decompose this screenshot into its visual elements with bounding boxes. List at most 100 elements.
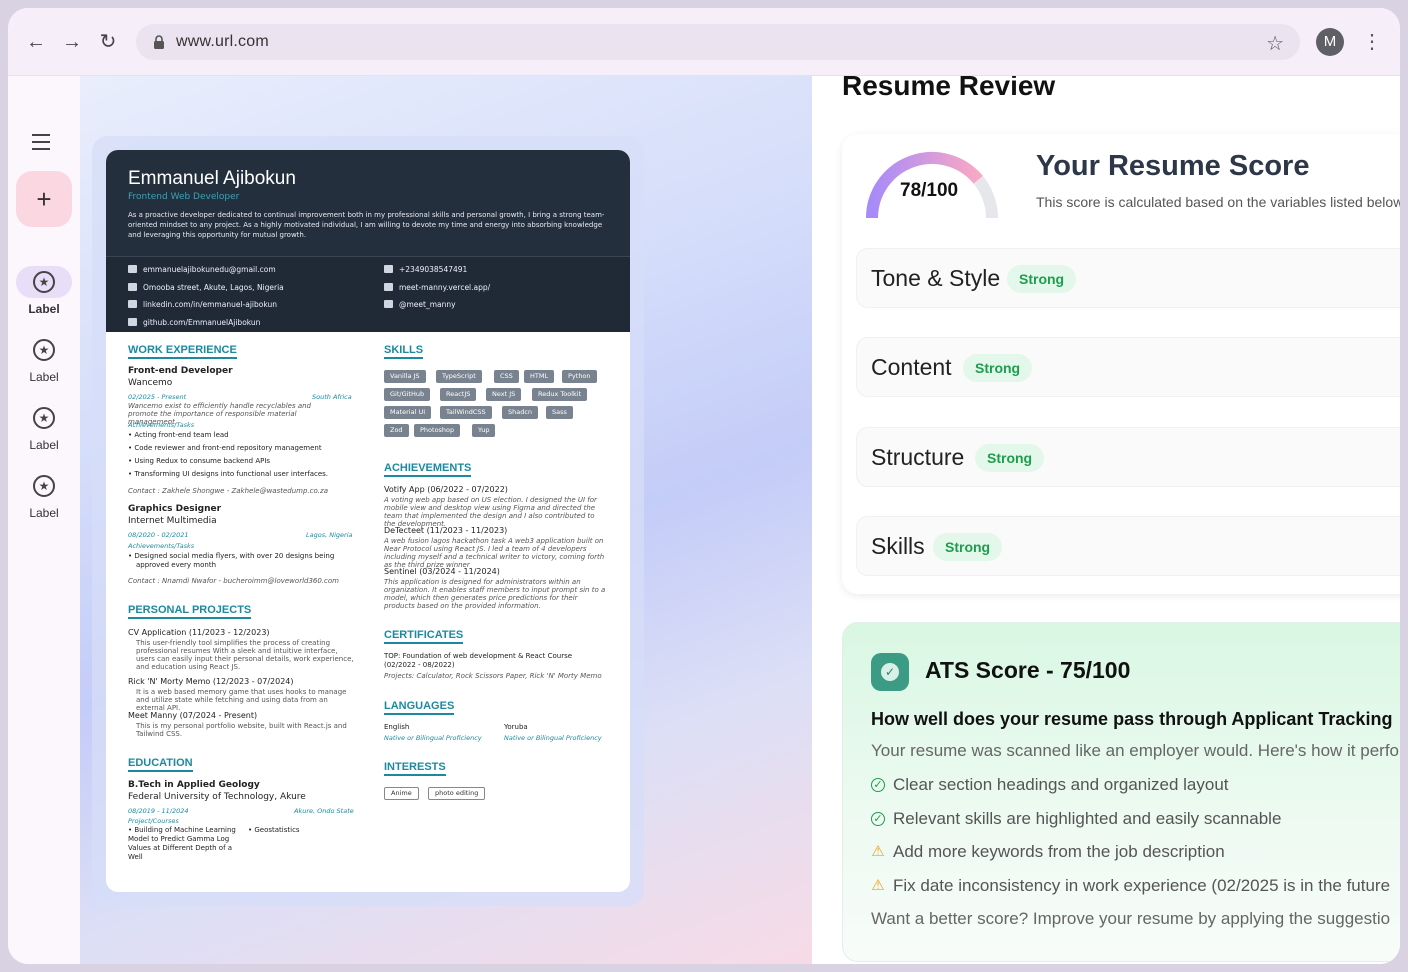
job1-task: • Code reviewer and front-end repository… [128, 444, 322, 452]
ats-item: ✓ Clear section headings and organized la… [871, 775, 1229, 795]
job2-date: 08/2020 - 02/2021 [128, 531, 189, 539]
category-skills[interactable]: Skills Strong [856, 516, 1400, 576]
star-icon: ★ [33, 271, 55, 293]
hamburger-menu-icon[interactable] [32, 134, 56, 152]
address-bar[interactable]: www.url.com ☆ [136, 24, 1300, 60]
category-name: Structure [871, 444, 965, 470]
job1-company: Wancemo [128, 378, 173, 388]
forward-arrow-icon[interactable]: → [60, 30, 84, 54]
certificate1-projects: Projects: Calculator, Rock Scissors Pape… [384, 672, 602, 680]
rail-item-1[interactable]: ★ Label [8, 266, 80, 326]
warning-triangle-icon: ⚠ [871, 877, 885, 894]
resume-name: Emmanuel Ajibokun [128, 168, 296, 189]
job2-tasks-label: Achievements/Tasks [128, 542, 195, 550]
mail-icon [128, 265, 137, 273]
job1-task: • Acting front-end team lead [128, 431, 229, 439]
more-menu-icon[interactable]: ⋮ [1362, 28, 1382, 56]
reload-icon[interactable]: ↻ [96, 30, 120, 54]
skill-chip: Material UI [384, 406, 432, 419]
skill-chip: HTML [524, 370, 555, 383]
twitter-contact: @meet_manny [384, 300, 456, 309]
rail-item-2[interactable]: ★ Label [8, 334, 80, 394]
ats-intro: Your resume was scanned like an employer… [871, 741, 1399, 760]
review-title: Resume Review [842, 76, 1056, 101]
skill-chip: Zod [384, 424, 409, 437]
category-tone-style[interactable]: Tone & Style Strong [856, 248, 1400, 308]
rail-item-4[interactable]: ★ Label [8, 470, 80, 530]
language-2-level: Native or Bilingual Proficiency [504, 734, 602, 742]
skill-chip: TailWindCSS [440, 406, 492, 419]
skill-chip: Redux Toolkit [532, 388, 588, 401]
status-badge: Strong [933, 533, 1003, 561]
resume-bio: As a proactive developer dedicated to co… [128, 211, 605, 239]
job2-company: Internet Multimedia [128, 516, 217, 526]
skills-heading: SKILLS [384, 344, 424, 359]
category-name: Skills [871, 533, 925, 559]
job2-contact: Contact : Nnamdi Nwafor - bucheroimm@lov… [128, 577, 339, 585]
status-badge: Strong [963, 354, 1033, 382]
skill-chip: Python [562, 370, 597, 383]
location-icon [128, 283, 137, 291]
score-value: 78/100 [900, 180, 959, 201]
achievement2-title: DeTecteet (11/2023 - 11/2023) [384, 526, 508, 535]
check-circle-icon: ✓ [871, 778, 885, 792]
skill-chip: Shadcn [502, 406, 539, 419]
rail-item-3[interactable]: ★ Label [8, 402, 80, 462]
ats-check-icon: ✓ [871, 653, 909, 691]
skill-chip: Next JS [486, 388, 522, 401]
certificates-heading: CERTIFICATES [384, 629, 464, 644]
job2-title: Graphics Designer [128, 504, 222, 514]
email-contact: emmanuelajibokunedu@gmail.com [128, 265, 276, 274]
education-degree: B.Tech in Applied Geology [128, 780, 260, 790]
interest-chip: Anime [384, 787, 419, 800]
language-2: Yoruba [504, 723, 528, 731]
certificate1-date: (02/2022 - 08/2022) [384, 661, 455, 669]
category-structure[interactable]: Structure Strong [856, 427, 1400, 487]
status-badge: Strong [975, 444, 1045, 472]
category-content[interactable]: Content Strong [856, 337, 1400, 397]
certificate1-title: TOP: Foundation of web development & Rea… [384, 652, 573, 660]
rail-item-label: Label [29, 506, 59, 520]
star-icon: ★ [33, 407, 55, 429]
category-name: Tone & Style [871, 265, 1001, 291]
rail-item-label: Label [29, 370, 59, 384]
education-course: • Geostatistics [248, 826, 300, 834]
add-button[interactable]: + [16, 171, 72, 227]
job1-tasks-label: Achievements/Tasks [128, 421, 195, 429]
skill-chip: Yup [472, 424, 496, 437]
job2-task: • Designed social media flyers, with ove… [128, 552, 335, 560]
achievement1-desc: A voting web app based on US election. I… [384, 496, 597, 528]
project3-title: Meet Manny (07/2024 - Present) [128, 711, 258, 720]
star-icon: ★ [33, 339, 55, 361]
linkedin-icon [128, 300, 137, 308]
bookmark-star-icon[interactable]: ☆ [1266, 31, 1284, 56]
status-badge: Strong [1007, 265, 1077, 293]
job1-contact: Contact : Zakhele Shongwe - Zakhele@wast… [128, 487, 328, 495]
rail-item-label: Label [29, 438, 59, 452]
ats-item: ⚠ Fix date inconsistency in work experien… [871, 876, 1391, 895]
language-1-level: Native or Bilingual Proficiency [384, 734, 482, 742]
website-contact: meet-manny.vercel.app/ [384, 283, 490, 292]
warning-triangle-icon: ⚠ [871, 843, 885, 860]
star-icon: ★ [33, 475, 55, 497]
project2-title: Rick 'N' Morty Memo (12/2023 - 07/2024) [128, 677, 294, 686]
skill-chip: CSS [494, 370, 519, 383]
project3-desc: This is my personal portfolio website, b… [136, 722, 347, 738]
resume-document: Emmanuel Ajibokun Frontend Web Developer… [106, 150, 630, 892]
skill-chip: Git/GitHub [384, 388, 431, 401]
twitter-icon [384, 300, 393, 308]
work-heading: WORK EXPERIENCE [128, 344, 237, 359]
review-panel: Resume Review 78/100 Your Resume Score T… [812, 76, 1400, 964]
education-heading: EDUCATION [128, 757, 193, 772]
skill-chip: ReactJS [440, 388, 477, 401]
resume-role: Frontend Web Developer [128, 192, 240, 202]
interests-heading: INTERESTS [384, 761, 446, 776]
profile-avatar[interactable]: M [1316, 28, 1344, 56]
linkedin-contact: linkedin.com/in/emmanuel-ajibokun [128, 300, 277, 309]
back-arrow-icon[interactable]: ← [24, 30, 48, 54]
skill-chip: TypeScript [436, 370, 482, 383]
navigation-rail: + ★ Label ★ Label ★ Label ★ Label [8, 76, 80, 964]
languages-heading: LANGUAGES [384, 700, 455, 715]
resume-contacts: emmanuelajibokunedu@gmail.com +234903854… [106, 256, 630, 332]
skill-chip: Photoshop [414, 424, 461, 437]
